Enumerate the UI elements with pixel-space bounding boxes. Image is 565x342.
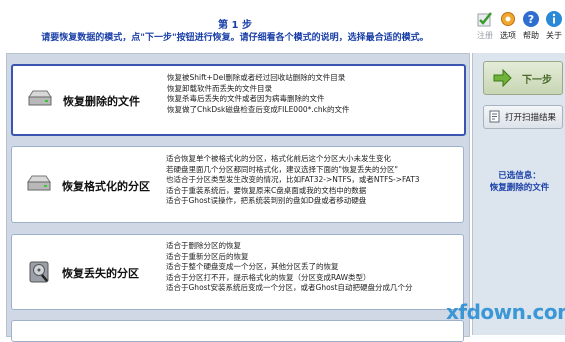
open-scan-results-label: 打开扫描结果 bbox=[505, 113, 557, 123]
mode-description-line: 适合于分区打不开，提示格式化的恢复（分区变成RAW类型） bbox=[166, 272, 371, 282]
mode-description-line: 恢复杀毒后丢失的文件或者因为病毒删除的文件 bbox=[167, 94, 325, 103]
mode-description-line: 适合恢复单个被格式化的分区，格式化前后这个分区大小未发生变化 bbox=[166, 154, 391, 163]
mode-description: 适合恢复单个被格式化的分区，格式化前后这个分区大小未发生变化 若硬盘里面几个分区… bbox=[166, 154, 461, 207]
options-button[interactable]: 选项 bbox=[497, 8, 519, 46]
mode-next-partial[interactable] bbox=[11, 320, 464, 342]
mode-description-line: 适合于删除分区的恢复 bbox=[166, 241, 241, 250]
svg-text:?: ? bbox=[528, 13, 534, 26]
arrow-right-icon bbox=[493, 68, 512, 88]
selected-info-value: 恢复删除的文件 bbox=[489, 183, 550, 193]
mode-description-line: 若硬盘里面几个分区都同时格式化，建议选择下面的"恢复丢失的分区" bbox=[166, 164, 398, 174]
help-button[interactable]: ? 帮助 bbox=[520, 8, 542, 46]
about-icon bbox=[546, 11, 562, 27]
mode-description-line: 适合于Ghost误操作，把系统装到别的盘如D盘或者移动硬盘 bbox=[166, 196, 367, 205]
help-icon: ? bbox=[523, 11, 539, 27]
mode-description-line: 适合于重新分区后的恢复 bbox=[166, 251, 249, 261]
right-panel: 下一步 打开扫描结果 已选信息： 恢复删除的文件 bbox=[472, 53, 565, 335]
next-step-label: 下一步 bbox=[522, 75, 552, 86]
open-scan-results-button[interactable]: 打开扫描结果 bbox=[483, 105, 563, 129]
mode-recover-formatted-partition[interactable]: 恢复格式化的分区 适合恢复单个被格式化的分区，格式化前后这个分区大小未发生变化 … bbox=[11, 146, 464, 223]
mode-description-line: 恢复卸载软件而丢失的文件目录 bbox=[167, 83, 272, 93]
mode-description-line: 也适合于分区类型发生改变的情况，比如FAT32->NTFS，或者NTFS->FA… bbox=[166, 175, 420, 184]
register-button[interactable]: 注册 bbox=[474, 8, 496, 46]
mode-list: 恢复删除的文件 恢复被Shift+Del删除或者经过回收站删除的文件目录 恢复卸… bbox=[6, 53, 470, 342]
next-step-button[interactable]: 下一步 bbox=[483, 61, 563, 95]
mode-description-line: 适合于重装系统后，要恢复原来C盘桌面或我的文档中的数据 bbox=[166, 185, 367, 195]
open-file-icon bbox=[489, 110, 500, 123]
mode-description: 适合于删除分区的恢复 适合于重新分区后的恢复 适合于整个硬盘变成一个分区，其他分… bbox=[166, 241, 461, 294]
header: 第 1 步 请要恢复数据的模式，点"下一步"按钮进行恢复。请仔细看各个模式的说明… bbox=[0, 0, 470, 52]
mode-title: 恢复格式化的分区 bbox=[62, 180, 150, 193]
gear-icon bbox=[501, 12, 515, 26]
mode-description-line: 恢复做了ChkDsk磁盘检查后变成FILE000*.chk的文件 bbox=[167, 104, 350, 114]
step-description: 请要恢复数据的模式，点"下一步"按钮进行恢复。请仔细看各个模式的说明，选择最合适… bbox=[41, 33, 429, 43]
watermark: xfdown.com bbox=[446, 300, 565, 324]
step-title: 第 1 步 bbox=[218, 20, 252, 31]
mode-description-line: 恢复被Shift+Del删除或者经过回收站删除的文件目录 bbox=[167, 73, 346, 82]
about-button[interactable]: 关于 bbox=[543, 8, 565, 46]
mode-recover-lost-partition[interactable]: 恢复丢失的分区 适合于删除分区的恢复 适合于重新分区后的恢复 适合于整个硬盘变成… bbox=[11, 234, 464, 310]
mode-title: 恢复丢失的分区 bbox=[62, 267, 139, 280]
toolbar: 注册 选项 ? 帮助 关于 bbox=[474, 8, 565, 46]
help-label: 帮助 bbox=[523, 31, 539, 40]
register-label: 注册 bbox=[477, 31, 493, 40]
mode-title: 恢复删除的文件 bbox=[63, 95, 140, 108]
register-icon bbox=[477, 12, 492, 27]
drive-icon bbox=[27, 175, 51, 191]
disk-search-icon bbox=[29, 261, 49, 283]
mode-description-line: 适合于Ghost安装系统后变成一个分区，或者Ghost自动把硬盘分成几个分 bbox=[166, 283, 413, 292]
mode-description: 恢复被Shift+Del删除或者经过回收站删除的文件目录 恢复卸载软件而丢失的文… bbox=[167, 73, 462, 115]
selected-info: 已选信息： 恢复删除的文件 bbox=[473, 170, 565, 194]
drive-icon bbox=[28, 90, 52, 106]
mode-description-line: 适合于整个硬盘变成一个分区，其他分区丢了的恢复 bbox=[166, 262, 339, 271]
mode-recover-deleted-files[interactable]: 恢复删除的文件 恢复被Shift+Del删除或者经过回收站删除的文件目录 恢复卸… bbox=[11, 64, 466, 136]
options-label: 选项 bbox=[500, 31, 516, 40]
selected-info-label: 已选信息： bbox=[498, 171, 541, 181]
about-label: 关于 bbox=[546, 31, 562, 40]
